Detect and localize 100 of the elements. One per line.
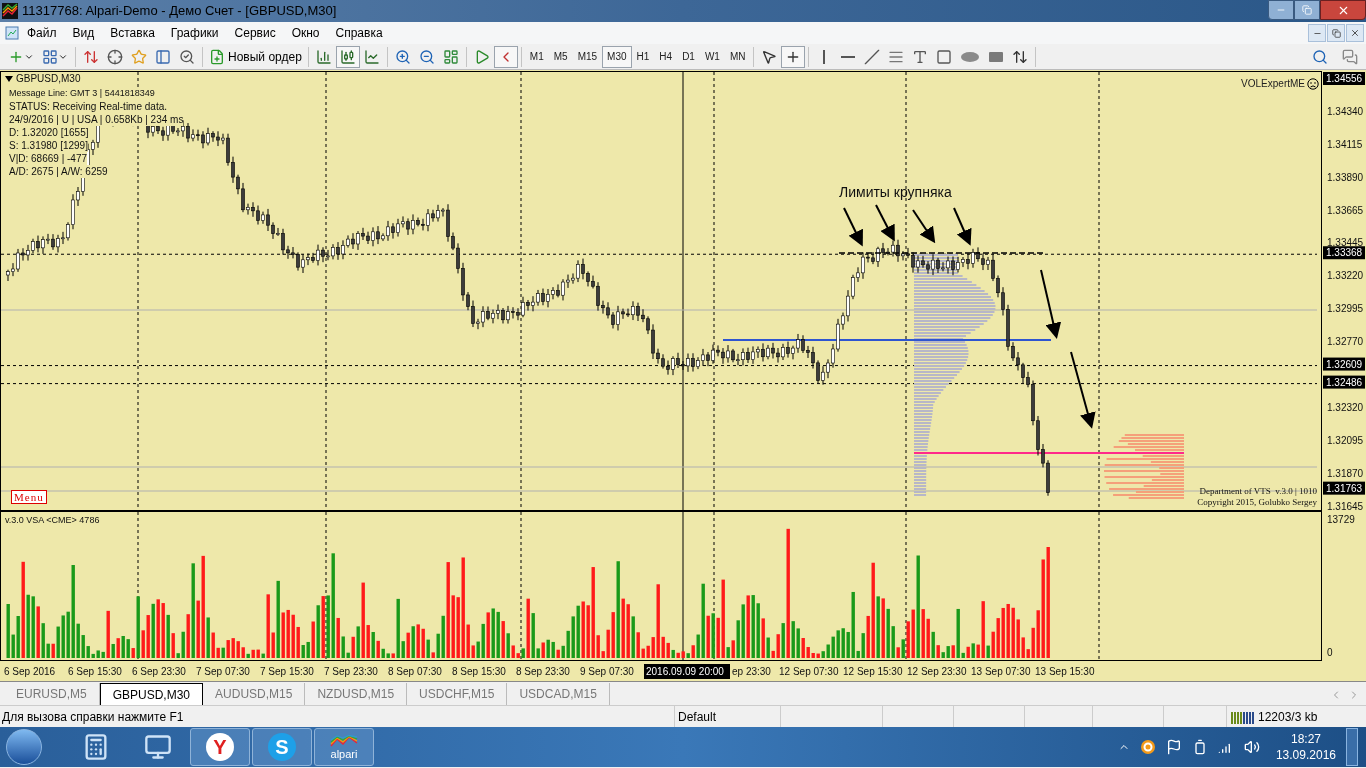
menu-item[interactable]: Справка	[327, 24, 391, 42]
menu-item[interactable]: Графики	[162, 24, 227, 42]
time-label: 6 Sep 15:30	[68, 664, 123, 679]
volume-max-label: 13729	[1327, 513, 1356, 527]
clock-time[interactable]: 18:27	[1290, 731, 1321, 747]
time-label: 12 Sep 23:30	[907, 664, 968, 679]
copyright-text: Department of VTS v.3.0 | 1010	[1199, 486, 1317, 497]
menu-item[interactable]: Вид	[64, 24, 103, 42]
timeframe-button[interactable]: W1	[699, 45, 725, 68]
app-label: alpari	[330, 748, 358, 760]
arrow	[912, 209, 936, 244]
time-label: 12 Sep 07:30	[779, 664, 840, 679]
time-label: 12 Sep 15:30	[843, 664, 904, 679]
chart-tab[interactable]: GBPUSD,M30	[99, 683, 204, 705]
timeframe-button[interactable]: M15	[572, 45, 603, 68]
window-title: 11317768: Alpari-Demo - Демо Счет - [GBPUSD,M30]	[22, 2, 337, 21]
chart-symbol: GBPUSD,M30	[16, 73, 81, 85]
price-marker: 1.31763	[1323, 481, 1365, 495]
time-label: 9 Sep 07:30	[580, 664, 635, 679]
arrow	[1040, 269, 1062, 339]
time-label: 8 Sep 07:30	[388, 664, 443, 679]
tray-app-icon[interactable]	[1139, 739, 1156, 755]
timeframe-button[interactable]: M1	[524, 45, 549, 68]
arrow	[953, 207, 972, 246]
price-marker: 1.32609	[1323, 357, 1365, 371]
close-icon	[1350, 28, 1360, 38]
close-button[interactable]	[1320, 0, 1366, 20]
show-desktop-button[interactable]	[1346, 728, 1358, 766]
horizontal-line-icon	[841, 55, 856, 58]
menu-item[interactable]: Окно	[283, 24, 328, 42]
candlestick-icon	[339, 48, 356, 65]
price-label: 1.31870	[1327, 467, 1364, 479]
magnifier-icon	[179, 48, 195, 65]
volume-min-label: 0	[1327, 646, 1334, 660]
clock-date[interactable]: 13.09.2016	[1275, 747, 1336, 763]
price-marker: 1.32486	[1323, 375, 1365, 389]
child-close-button[interactable]	[1346, 24, 1364, 42]
timeframe-button[interactable]: MN	[724, 45, 751, 68]
panel-icon	[155, 48, 171, 65]
minimize-button[interactable]	[1268, 0, 1294, 20]
vertical-line-icon	[823, 49, 826, 64]
chart-tool-button[interactable]	[335, 45, 360, 68]
crosshair-icon	[107, 48, 123, 65]
timeframe-button[interactable]: D1	[677, 45, 700, 68]
menu-item[interactable]: Сервис	[226, 24, 284, 42]
maximize-button[interactable]	[1294, 0, 1320, 20]
price-marker: 1.34556	[1323, 72, 1365, 85]
timeframe-button[interactable]: M5	[548, 45, 573, 68]
app-logo-icon	[2, 3, 18, 19]
price-label: 1.34340	[1327, 105, 1364, 117]
timeframe-button[interactable]: H1	[631, 45, 655, 68]
menu-item[interactable]: Файл	[19, 24, 65, 42]
child-restore-button[interactable]	[1327, 24, 1345, 42]
new-order-button[interactable]: Новый ордер	[206, 45, 305, 68]
text-label-icon	[936, 48, 953, 65]
taskbar-button[interactable]: alpari	[314, 728, 374, 766]
zoom-out-icon	[418, 48, 435, 65]
line-chart-icon	[363, 48, 380, 65]
time-label: 7 Sep 15:30	[260, 664, 315, 679]
start-button[interactable]	[6, 729, 42, 765]
flag-icon[interactable]	[1165, 739, 1182, 755]
draw-tool-button[interactable]	[781, 45, 806, 68]
volume-icon[interactable]	[1243, 739, 1260, 755]
time-label: ep 23:30	[732, 664, 772, 679]
zigzag-logo-icon	[330, 734, 358, 748]
ellipse-icon	[960, 50, 981, 63]
zoom-in-icon	[394, 48, 411, 65]
time-label: 7 Sep 23:30	[324, 664, 379, 679]
arrow	[875, 204, 895, 242]
trendline-icon	[864, 48, 881, 65]
menu-item[interactable]: Вставка	[102, 24, 163, 42]
status-help-text: Для вызова справки нажмите F1	[1, 708, 185, 726]
price-label: 1.33445	[1327, 236, 1364, 248]
menu-button[interactable]: Menu	[11, 490, 47, 504]
time-label: 13 Sep 07:30	[971, 664, 1032, 679]
copyright-text: Copyright 2015, Golubko Sergey	[1197, 497, 1317, 508]
windows-icon	[42, 48, 58, 65]
time-label: 7 Sep 07:30	[196, 664, 251, 679]
rectangle-icon	[988, 50, 1005, 63]
timeframe-button[interactable]: M30	[602, 45, 632, 68]
crosshair-time-label: 2016.09.09 20:00	[644, 663, 730, 679]
document-plus-icon	[209, 48, 225, 65]
browser-logo: Y	[206, 733, 234, 761]
taskbar-button[interactable]: Y	[190, 728, 250, 766]
search-icon	[1312, 48, 1328, 65]
restore-icon	[1331, 28, 1341, 38]
time-label: 13 Sep 15:30	[1035, 664, 1096, 679]
timeframe-button[interactable]: H4	[654, 45, 678, 68]
price-label: 1.32995	[1327, 302, 1364, 314]
price-label: 1.32095	[1327, 434, 1364, 446]
traffic-text: 12203/3 kb	[1258, 708, 1318, 726]
price-label: 1.32320	[1327, 401, 1364, 413]
price-label: 1.33890	[1327, 171, 1364, 183]
cursor-icon	[761, 48, 778, 65]
price-label: 1.32770	[1327, 335, 1364, 347]
price-label: 1.34115	[1327, 138, 1363, 150]
arrows-icon	[83, 48, 99, 65]
price-marker: 1.33368	[1323, 246, 1365, 260]
collapse-triangle-icon[interactable]	[5, 76, 13, 82]
sad-face-icon	[1307, 77, 1319, 90]
